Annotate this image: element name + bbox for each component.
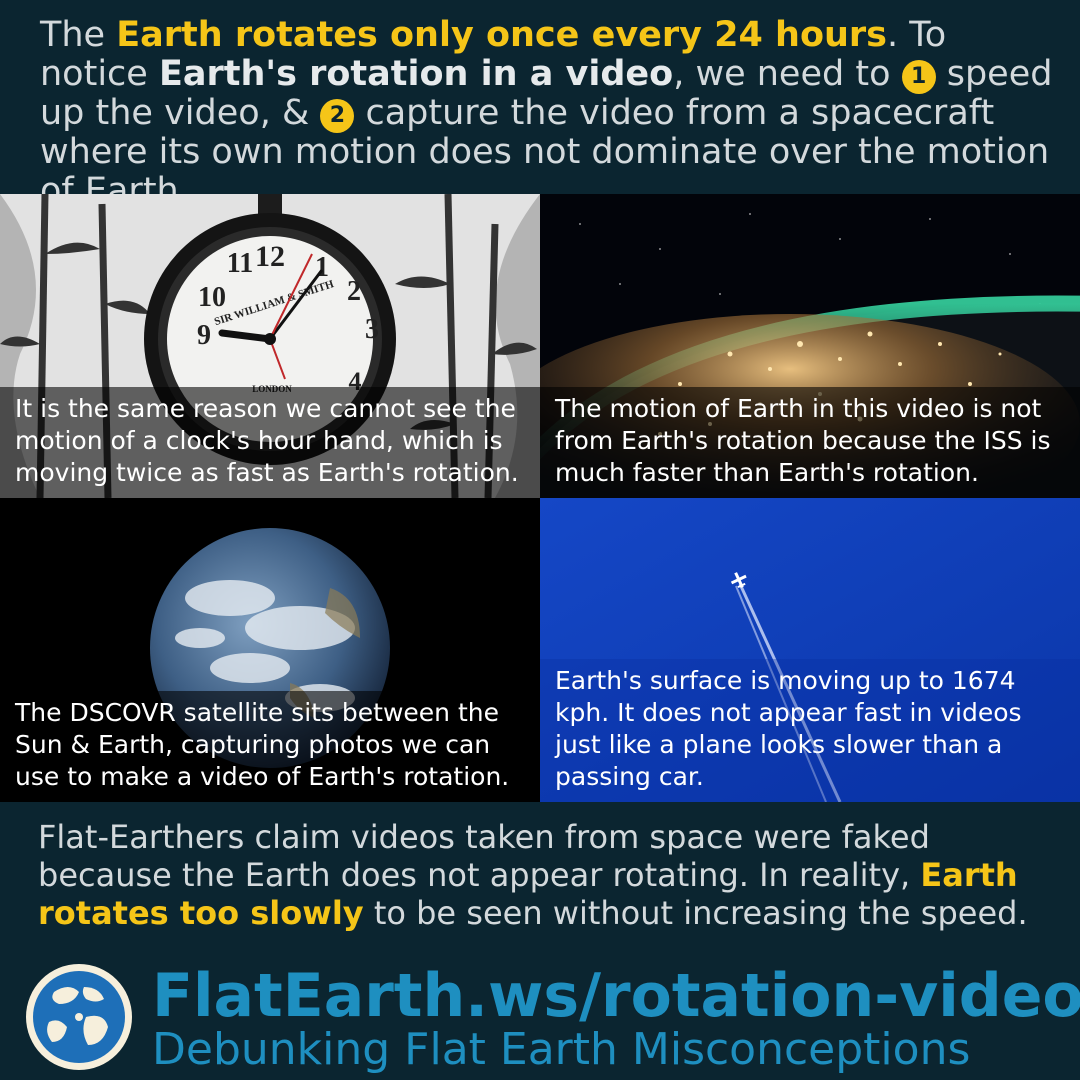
clock-panel: 12 11 1 10 2 9 3 4 SIR WILLIAM & SMITH L…: [0, 194, 540, 498]
step-1-badge: 1: [901, 60, 936, 94]
clock-numeral: 3: [365, 314, 379, 345]
clock-numeral: 9: [197, 320, 211, 351]
intro-bold: Earth's rotation in a video: [158, 54, 674, 94]
dscovr-caption: The DSCOVR satellite sits between the Su…: [0, 691, 540, 802]
outro-text-part: to be seen without increasing the speed.: [363, 894, 1028, 932]
site-url: FlatEarth.ws/rotation-video: [152, 961, 1080, 1031]
clock-numeral: 10: [198, 282, 226, 313]
plane-panel: Earth's surface is moving up to 1674 kph…: [540, 498, 1080, 802]
flat-earth-logo: [26, 964, 132, 1070]
outro-text-part: Flat-Earthers claim videos taken from sp…: [38, 818, 930, 894]
infographic: The Earth rotates only once every 24 hou…: [0, 0, 1080, 1080]
iss-panel: The motion of Earth in this video is not…: [540, 194, 1080, 498]
intro-text-part: , we need to: [673, 54, 902, 94]
intro-text: The Earth rotates only once every 24 hou…: [40, 16, 1060, 211]
plane-caption: Earth's surface is moving up to 1674 kph…: [540, 659, 1080, 802]
clock-numeral: 2: [347, 276, 361, 307]
iss-caption: The motion of Earth in this video is not…: [540, 387, 1080, 498]
intro-highlight: Earth rotates only once every 24 hours: [116, 15, 888, 55]
intro-text-part: The: [40, 15, 117, 55]
dscovr-panel: The DSCOVR satellite sits between the Su…: [0, 498, 540, 802]
clock-caption: It is the same reason we cannot see the …: [0, 387, 540, 498]
clock-numeral: 11: [227, 248, 253, 279]
clock-numeral: 12: [255, 240, 285, 273]
step-2-badge: 2: [320, 99, 355, 133]
tagline: Debunking Flat Earth Misconceptions: [152, 1024, 971, 1075]
outro-text: Flat-Earthers claim videos taken from sp…: [38, 818, 1068, 932]
